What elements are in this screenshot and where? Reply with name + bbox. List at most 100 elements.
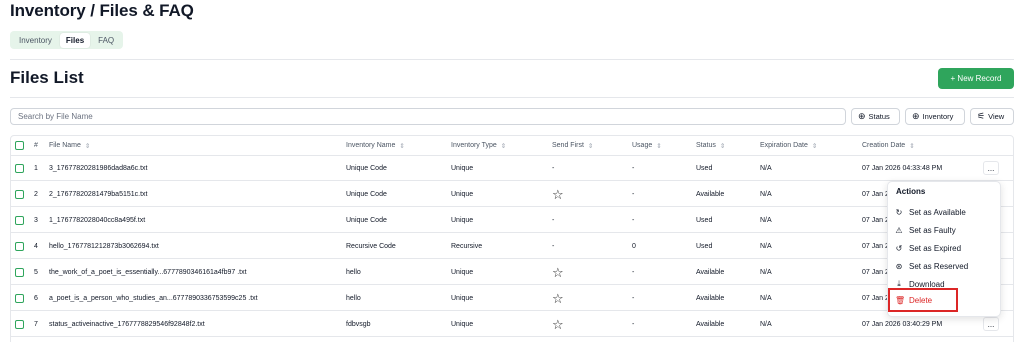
- cell-inventory-name: Unique Code: [346, 216, 387, 224]
- cell-status: Available: [696, 190, 725, 198]
- cell-inventory-name: fdbvsgb: [346, 320, 371, 328]
- row-checkbox[interactable]: [15, 163, 24, 173]
- sort-icon: ⇕: [909, 142, 915, 150]
- cell-creation-date: 07 Jan 2: [862, 216, 889, 224]
- header-usage[interactable]: Usage ⇕: [632, 136, 662, 155]
- header-send-first[interactable]: Send First ⇕: [552, 136, 593, 155]
- cell-send-first: -: [552, 242, 555, 250]
- table-row[interactable]: 4 hello_1767781212873b3062694.txt Recursiv…: [11, 234, 1013, 259]
- status-filter-label: Status: [868, 112, 890, 121]
- plus-circle-icon: ⊕: [858, 111, 866, 121]
- table-row[interactable]: 6 a_poet_is_a_person_who_studies_an...677…: [11, 286, 1013, 311]
- cell-usage: -: [632, 164, 635, 172]
- header-status[interactable]: Status ⇕: [696, 136, 725, 155]
- header-file-name-label: File Name: [49, 142, 81, 149]
- cell-inventory-type: Unique: [451, 190, 474, 198]
- view-button[interactable]: ⚟ View: [970, 108, 1014, 125]
- cell-inventory-type: Unique: [451, 320, 474, 328]
- menu-item-label: Set as Faulty: [909, 225, 956, 235]
- cell-creation-date: 07 Jan 2: [862, 268, 889, 276]
- tab-files[interactable]: Files: [59, 32, 91, 48]
- menu-item-set-available[interactable]: ↻ Set as Available: [895, 204, 966, 220]
- row-checkbox[interactable]: [15, 319, 24, 329]
- cell-expiration-date: N/A: [760, 242, 772, 250]
- sort-icon: ⇕: [500, 142, 507, 150]
- send-first-star-icon[interactable]: ☆: [552, 312, 564, 336]
- sort-icon: ⇕: [656, 142, 662, 150]
- cell-num: 6: [34, 294, 38, 302]
- table-header: # File Name ⇕ Inventory Name ⇕ Inventory T…: [11, 136, 1013, 156]
- refresh-icon: ↻: [895, 207, 903, 217]
- header-expiration-date-label: Expiration Date: [760, 142, 808, 149]
- menu-item-set-expired[interactable]: ↺ Set as Expired: [895, 240, 961, 256]
- cell-status: Used: [696, 216, 713, 224]
- send-first-star-icon[interactable]: ☆: [552, 182, 564, 206]
- cell-num: 4: [34, 242, 38, 250]
- header-creation-date[interactable]: Creation Date ⇕: [862, 136, 915, 155]
- table-row[interactable]: 7 status_activeinactive_1767778829546f928…: [11, 312, 1013, 337]
- menu-item-set-reserved[interactable]: ⊛ Set as Reserved: [895, 258, 969, 274]
- menu-item-set-faulty[interactable]: ⚠ Set as Faulty: [895, 222, 956, 238]
- send-first-star-icon[interactable]: ☆: [552, 286, 564, 310]
- cell-usage: -: [632, 294, 635, 302]
- status-filter-button[interactable]: ⊕ Status: [851, 108, 900, 125]
- row-checkbox[interactable]: [15, 267, 24, 277]
- cell-creation-date: 07 Jan 2: [862, 242, 889, 250]
- header-inventory-type[interactable]: Inventory Type ⇕: [451, 136, 506, 155]
- section-title: Files List: [10, 68, 84, 87]
- sort-icon: ⇕: [719, 142, 726, 150]
- row-actions-button[interactable]: ...: [983, 317, 999, 331]
- cell-file-name: a_poet_is_a_person_who_studies_an...6777…: [49, 294, 258, 302]
- page-title: Inventory / Files & FAQ: [10, 1, 194, 20]
- table-row[interactable]: 5 the_work_of_a_poet_is_essentially...677…: [11, 260, 1013, 285]
- sort-icon: ⇕: [84, 142, 91, 150]
- tab-bar: Inventory Files FAQ: [10, 31, 124, 49]
- cell-usage: -: [632, 190, 635, 198]
- cell-creation-date: 07 Jan 2: [862, 190, 889, 198]
- cell-expiration-date: N/A: [760, 294, 772, 302]
- header-file-name[interactable]: File Name ⇕: [49, 136, 90, 155]
- cell-usage: 0: [632, 242, 636, 250]
- cell-expiration-date: N/A: [760, 164, 772, 172]
- table-row[interactable]: 2 2_17677820281479ba5151c.txt Unique Code U…: [11, 182, 1013, 207]
- cell-usage: -: [632, 216, 635, 224]
- row-checkbox[interactable]: [15, 189, 24, 199]
- tab-faq[interactable]: FAQ: [92, 33, 120, 48]
- table-row[interactable]: 3 1_1767782028040cc8a495f.txt Unique Code U…: [11, 208, 1013, 233]
- sort-icon: ⇕: [811, 142, 818, 150]
- select-all-checkbox[interactable]: [15, 141, 24, 150]
- cell-num: 7: [34, 320, 38, 328]
- row-checkbox[interactable]: [15, 215, 24, 225]
- cell-inventory-type: Unique: [451, 294, 474, 302]
- search-input[interactable]: [10, 108, 846, 125]
- cell-status: Used: [696, 164, 713, 172]
- cell-send-first: -: [552, 216, 555, 224]
- header-inventory-name[interactable]: Inventory Name ⇕: [346, 136, 405, 155]
- view-label: View: [988, 112, 1005, 121]
- cell-expiration-date: N/A: [760, 268, 772, 276]
- sort-icon: ⇕: [399, 142, 405, 150]
- header-expiration-date[interactable]: Expiration Date ⇕: [760, 136, 817, 155]
- row-checkbox[interactable]: [15, 293, 24, 303]
- row-actions-button[interactable]: ...: [983, 161, 999, 175]
- send-first-star-icon[interactable]: ☆: [552, 260, 564, 284]
- new-record-button[interactable]: + New Record: [938, 68, 1014, 89]
- header-status-label: Status: [696, 142, 716, 149]
- cell-inventory-type: Unique: [451, 216, 474, 224]
- header-inventory-type-label: Inventory Type: [451, 142, 497, 149]
- divider: [10, 59, 1014, 60]
- inventory-filter-button[interactable]: ⊕ Inventory: [905, 108, 965, 125]
- cell-inventory-name: hello: [346, 294, 361, 302]
- cell-inventory-name: Unique Code: [346, 190, 387, 198]
- header-send-first-label: Send First: [552, 142, 584, 149]
- cell-expiration-date: N/A: [760, 216, 772, 224]
- table-row[interactable]: 1 3_17677820281986dad8a6c.txt Unique Code U…: [11, 156, 1013, 181]
- inventory-filter-label: Inventory: [922, 112, 954, 121]
- cell-usage: -: [632, 320, 635, 328]
- header-usage-label: Usage: [632, 142, 653, 149]
- tab-inventory[interactable]: Inventory: [13, 33, 58, 48]
- cell-expiration-date: N/A: [760, 320, 772, 328]
- row-checkbox[interactable]: [15, 241, 24, 251]
- header-inventory-name-label: Inventory Name: [346, 142, 396, 149]
- cell-creation-date: 07 Jan 2026 04:33:48 PM: [862, 164, 943, 172]
